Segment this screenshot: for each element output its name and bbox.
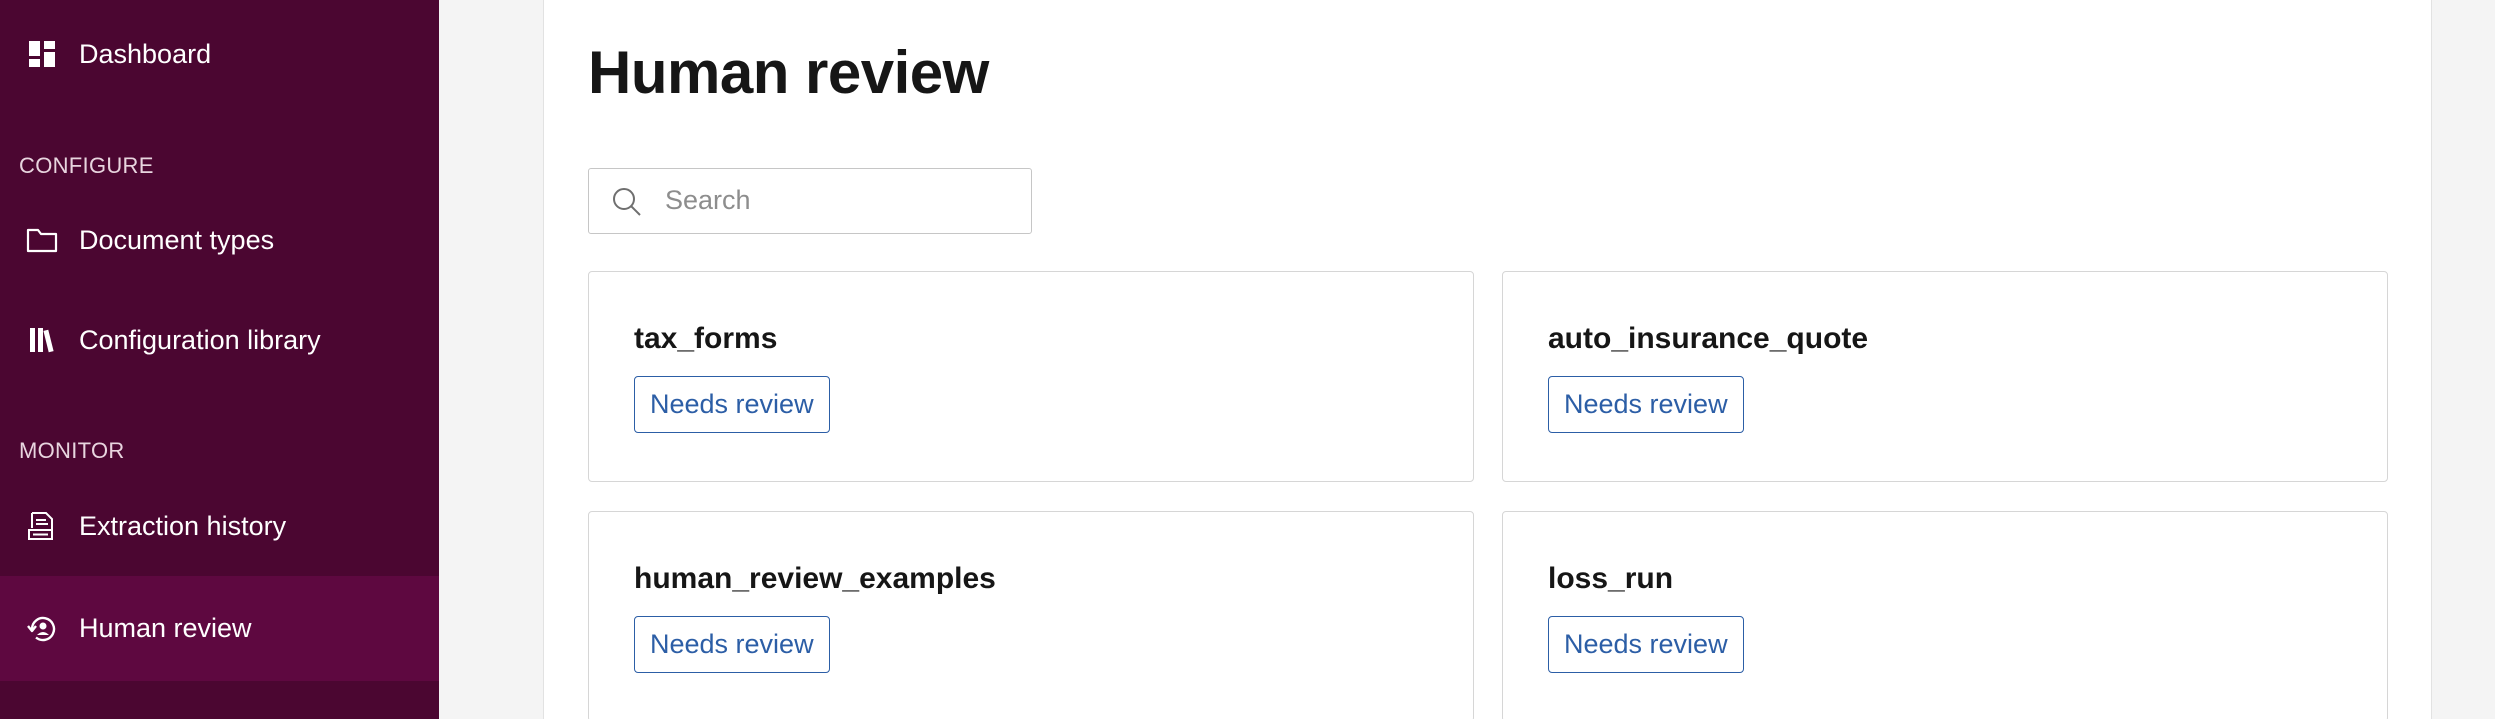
sidebar-item-extraction-history[interactable]: Extraction history — [0, 490, 439, 562]
document-type-card-human-review-examples[interactable]: human_review_examples Needs review — [588, 511, 1474, 719]
search-field[interactable] — [588, 168, 1032, 234]
sidebar-item-configuration-library[interactable]: Configuration library — [0, 304, 439, 376]
needs-review-button[interactable]: Needs review — [634, 616, 830, 673]
sidebar-item-dashboard[interactable]: Dashboard — [0, 18, 439, 90]
document-type-card-auto-insurance-quote[interactable]: auto_insurance_quote Needs review — [1502, 271, 2388, 482]
needs-review-button[interactable]: Needs review — [1548, 616, 1744, 673]
sidebar-item-human-review[interactable]: Human review — [0, 576, 439, 681]
search-input[interactable] — [665, 169, 1015, 232]
review-history-icon — [24, 611, 60, 647]
sidebar-item-label: Configuration library — [79, 324, 321, 355]
sidebar-section-configure: CONFIGURE — [19, 153, 154, 178]
sidebar-item-document-types[interactable]: Document types — [0, 204, 439, 276]
card-title: loss_run — [1548, 562, 1674, 595]
needs-review-button[interactable]: Needs review — [634, 376, 830, 433]
folder-icon — [24, 222, 60, 258]
page-title: Human review — [588, 39, 989, 106]
sidebar-section-monitor: MONITOR — [19, 438, 125, 463]
dashboard-icon — [24, 36, 60, 72]
sidebar: Dashboard CONFIGURE Document types Confi… — [0, 0, 439, 719]
sidebar-item-label: Extraction history — [79, 510, 287, 541]
card-title: tax_forms — [634, 322, 778, 355]
document-type-card-loss-run[interactable]: loss_run Needs review — [1502, 511, 2388, 719]
document-type-card-tax-forms[interactable]: tax_forms Needs review — [588, 271, 1474, 482]
library-icon — [24, 322, 60, 358]
needs-review-button[interactable]: Needs review — [1548, 376, 1744, 433]
sidebar-item-label: Human review — [79, 613, 252, 643]
sidebar-item-label: Document types — [79, 224, 275, 255]
sidebar-item-label: Dashboard — [79, 38, 212, 69]
card-title: auto_insurance_quote — [1548, 322, 1869, 355]
document-history-icon — [24, 508, 60, 544]
search-icon — [611, 186, 643, 218]
card-title: human_review_examples — [634, 562, 996, 595]
